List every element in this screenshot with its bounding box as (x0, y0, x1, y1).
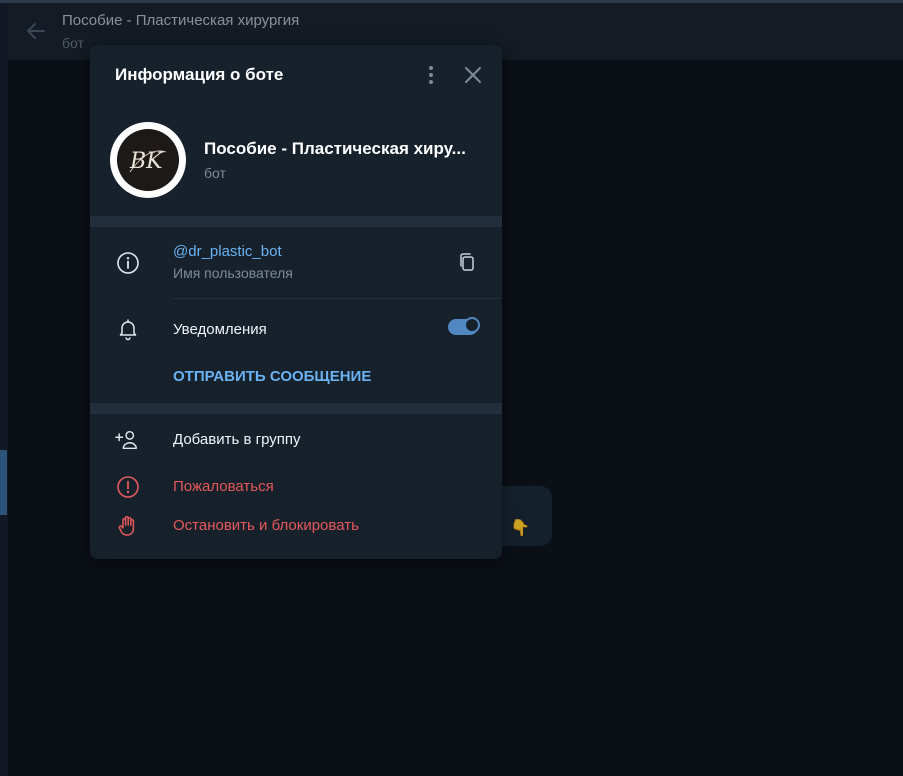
avatar-monogram: BK (117, 129, 179, 191)
bot-avatar[interactable]: BK (110, 122, 186, 198)
report-button[interactable]: Пожаловаться (173, 478, 274, 495)
more-vertical-icon[interactable] (421, 64, 441, 86)
hand-stop-icon (118, 516, 135, 536)
copy-icon[interactable] (457, 252, 477, 272)
section-divider (90, 216, 502, 227)
arrow-left-icon[interactable] (25, 20, 47, 42)
bot-info-panel: Информация о боте BK Пособие - Пластичес… (90, 45, 502, 559)
bot-status: бот (204, 165, 226, 181)
close-icon[interactable] (462, 64, 484, 86)
avatar-monogram-text: BK (129, 149, 164, 174)
block-bot-button[interactable]: Остановить и блокировать (173, 517, 359, 534)
add-user-icon (115, 430, 137, 450)
notifications-label: Уведомления (173, 321, 267, 338)
active-chat-indicator (0, 450, 7, 515)
warning-circle-icon (117, 476, 139, 498)
info-icon (117, 252, 139, 274)
bot-name: Пособие - Пластическая хиру... (204, 139, 466, 158)
monogram-logo: BK (129, 149, 167, 174)
section-divider (90, 403, 502, 414)
bell-icon (119, 319, 137, 341)
send-message-button[interactable]: ОТПРАВИТЬ СООБЩЕНИЕ (173, 368, 371, 385)
add-to-group-button[interactable]: Добавить в группу (173, 431, 301, 448)
chat-list-edge (0, 3, 8, 776)
username-label: Имя пользователя (173, 265, 293, 281)
pointing-hand-icon: 👇 (510, 520, 530, 537)
notifications-toggle[interactable] (448, 317, 480, 335)
toggle-knob (464, 317, 480, 333)
chat-title[interactable]: Пособие - Пластическая хирургия (62, 12, 299, 29)
row-separator (173, 298, 502, 299)
panel-title: Информация о боте (115, 65, 284, 84)
chat-subtitle: бот (62, 35, 84, 51)
bot-username[interactable]: @dr_plastic_bot (173, 243, 282, 260)
